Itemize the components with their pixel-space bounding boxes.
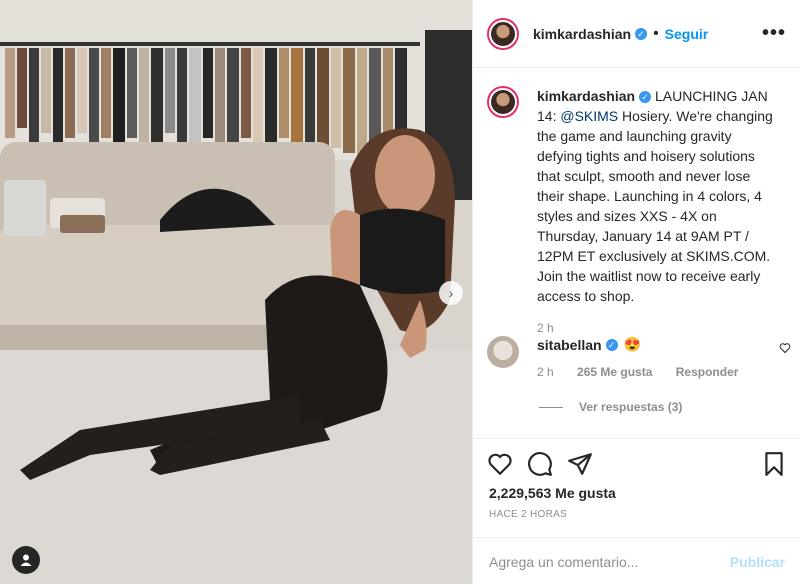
post-actions: 2,229,563 Me gusta HACE 2 HORAS Agrega u…	[473, 438, 800, 585]
likes-count[interactable]: 2,229,563 Me gusta	[489, 485, 616, 501]
comment-likes[interactable]: 265 Me gusta	[577, 365, 652, 379]
view-replies-label: Ver respuestas (3)	[579, 400, 683, 414]
next-photo-button[interactable]: ›	[439, 281, 463, 305]
action-icons	[487, 451, 787, 479]
verified-badge-icon: ✓	[635, 27, 648, 40]
comment-reply-button[interactable]: Responder	[676, 365, 739, 379]
post-photo[interactable]: ›	[0, 0, 472, 584]
caption-username[interactable]: kimkardashian	[537, 88, 635, 104]
follow-button[interactable]: Seguir	[665, 26, 709, 42]
add-comment-bar: Agrega un comentario... Publicar	[473, 537, 800, 585]
publish-button[interactable]: Publicar	[730, 554, 785, 570]
post-sidebar: kimkardashian ✓ • Seguir ••• kimkardashi…	[472, 0, 800, 584]
comment-like-icon[interactable]	[779, 342, 791, 354]
separator-dot: •	[653, 24, 659, 42]
post-header: kimkardashian ✓ • Seguir •••	[473, 0, 800, 68]
commenter-verified-badge-icon: ✓	[605, 338, 618, 351]
user-tags-button[interactable]	[12, 546, 40, 574]
post-timestamp: HACE 2 HORAS	[489, 509, 568, 520]
person-icon	[20, 554, 32, 566]
commenter-username[interactable]: sitabellan	[537, 337, 602, 353]
comment-text: 😍	[623, 336, 642, 352]
photo-illustration	[0, 0, 472, 584]
like-heart-icon[interactable]	[487, 451, 513, 477]
save-bookmark-icon[interactable]	[761, 451, 787, 477]
comment-time: 2 h	[537, 365, 554, 379]
comment-item: sitabellan ✓ 😍 2 h 265 Me gusta Responde…	[487, 336, 791, 379]
commenter-avatar[interactable]	[487, 336, 519, 368]
caption-avatar[interactable]	[487, 86, 519, 118]
author-username[interactable]: kimkardashian	[533, 26, 631, 42]
caption-mention-link[interactable]: @SKIMS	[560, 108, 618, 124]
comment-meta: 2 h 265 Me gusta Responder	[537, 365, 787, 379]
caption-text: kimkardashian ✓ LAUNCHING JAN 14: @SKIMS …	[537, 86, 777, 338]
author-avatar[interactable]	[487, 17, 519, 50]
post-caption: kimkardashian ✓ LAUNCHING JAN 14: @SKIMS …	[487, 86, 787, 338]
caption-time: 2 h	[537, 321, 554, 335]
replies-divider	[539, 406, 563, 408]
caption-verified-badge-icon: ✓	[639, 91, 652, 104]
view-replies-button[interactable]: Ver respuestas (3)	[539, 400, 682, 414]
comment-bubble-icon[interactable]	[527, 451, 553, 477]
more-options-icon[interactable]: •••	[762, 22, 786, 45]
share-paper-plane-icon[interactable]	[567, 451, 593, 477]
caption-body: Hosiery. We're changing the game and lau…	[537, 108, 773, 304]
comment-input[interactable]: Agrega un comentario...	[489, 554, 638, 570]
